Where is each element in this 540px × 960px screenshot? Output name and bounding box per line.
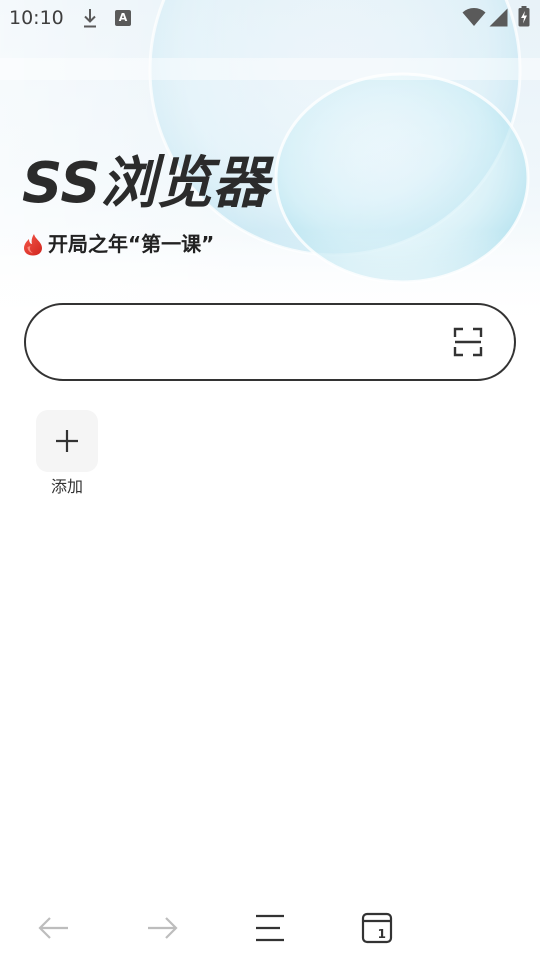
tab-count-badge: 1 <box>377 927 386 941</box>
add-shortcut-tile[interactable] <box>36 410 98 472</box>
tabs-button[interactable]: 1 <box>353 904 401 952</box>
brand-title: SS浏览器 <box>22 151 269 216</box>
shortcut-label: 添加 <box>50 477 83 496</box>
menu-button[interactable] <box>246 904 294 952</box>
arrow-right-icon <box>148 917 178 939</box>
forward-button[interactable] <box>138 904 186 952</box>
scan-button[interactable] <box>453 327 483 357</box>
tabs-icon: 1 <box>361 912 393 944</box>
status-time: 10:10 <box>9 7 64 29</box>
arrow-left-icon <box>38 917 68 939</box>
back-button[interactable] <box>30 904 78 952</box>
bottom-navigation: 1 <box>0 904 540 952</box>
browser-home-page: 10:10 A SS浏览器 开局之年“第一课” 添加 1 <box>0 0 540 960</box>
status-bar: 10:10 A <box>0 0 540 36</box>
search-bar[interactable] <box>24 303 516 381</box>
download-icon <box>82 8 98 29</box>
wifi-icon <box>462 8 486 26</box>
promo-subtitle[interactable]: 开局之年“第一课” <box>22 231 214 257</box>
plus-icon <box>56 430 78 452</box>
cellular-signal-icon <box>489 8 508 27</box>
flame-icon <box>22 233 44 256</box>
menu-icon <box>256 914 284 942</box>
shortcut-add[interactable]: 添加 <box>36 410 98 500</box>
promo-subtitle-text: 开局之年“第一课” <box>48 232 215 256</box>
search-input[interactable] <box>52 305 442 379</box>
text-a-icon: A <box>115 10 131 26</box>
battery-charging-icon <box>518 6 530 27</box>
text-a-glyph: A <box>118 11 128 24</box>
scan-icon <box>453 327 483 357</box>
